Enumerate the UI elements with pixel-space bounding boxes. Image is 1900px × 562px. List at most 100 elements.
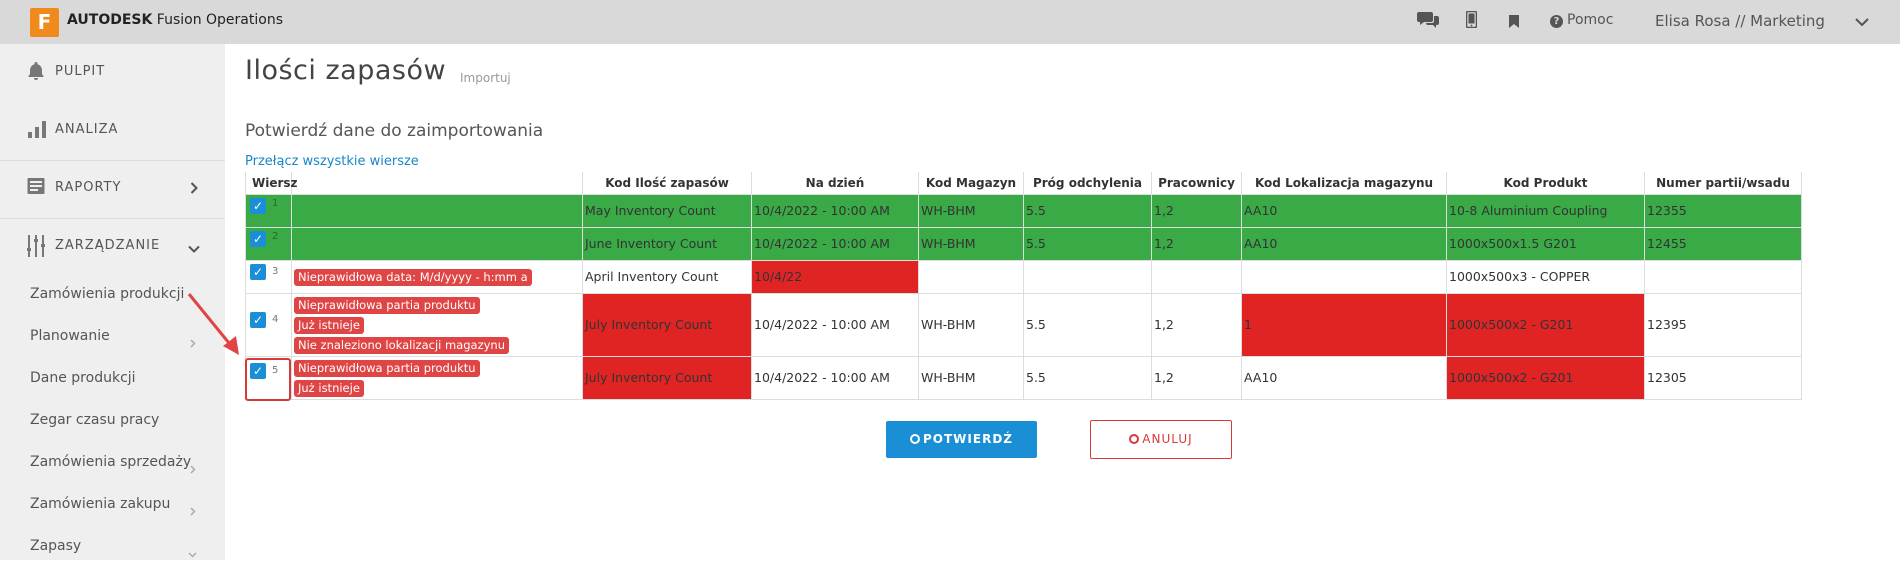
sub-dane-produkcji[interactable]: Dane produkcji	[30, 370, 136, 386]
help-link[interactable]: ? Pomoc	[1550, 12, 1613, 28]
import-link[interactable]: Importuj	[460, 71, 511, 85]
row-number: 3	[272, 265, 279, 277]
cell-produkt: 1000x500x2 - G201	[1446, 292, 1645, 357]
cell-kod: April Inventory Count	[582, 259, 752, 294]
chevron-right-icon[interactable]	[190, 501, 196, 520]
sub-zapasy[interactable]: Zapasy	[30, 538, 81, 554]
bar-chart-icon	[27, 119, 47, 143]
errors-cell: Nieprawidłowa partia produktu Już istnie…	[291, 355, 583, 400]
chevron-down-icon	[188, 242, 200, 257]
fusion-logo-icon[interactable]: F	[30, 8, 59, 37]
circle-dot-icon	[1129, 434, 1140, 444]
cell-prog: 5.5	[1023, 193, 1152, 228]
cell-pracownicy: 1,2	[1151, 193, 1242, 228]
table-row[interactable]: ✓ 5 Nieprawidłowa partia produktu Już is…	[245, 355, 1802, 400]
table-row[interactable]: ✓ 3 Nieprawidłowa data: M/d/yyyy - h:mm …	[245, 259, 1802, 294]
sub-zamowienia-sprzedazy[interactable]: Zamówienia sprzedaży	[30, 454, 191, 470]
cell-lokalizacja: AA10	[1241, 193, 1447, 228]
row-select-cell: ✓ 3	[245, 259, 292, 294]
error-badge: Nieprawidłowa data: M/d/yyyy - h:mm a	[294, 268, 532, 286]
col-header-magazyn: Kod Magazyn	[918, 172, 1024, 195]
cell-pracownicy	[1151, 259, 1242, 294]
toggle-all-rows-link[interactable]: Przełącz wszystkie wiersze	[245, 154, 419, 169]
chevron-down-icon[interactable]	[188, 543, 197, 562]
sub-zamowienia-produkcji[interactable]: Zamówienia produkcji	[30, 286, 184, 302]
cell-partia: 12395	[1644, 292, 1802, 357]
mobile-phone-icon[interactable]	[1465, 10, 1478, 32]
row-checkbox[interactable]: ✓	[250, 311, 266, 328]
errors-cell	[291, 226, 583, 261]
chevron-down-icon[interactable]	[1855, 12, 1869, 31]
row-checkbox[interactable]: ✓	[250, 197, 266, 214]
cell-magazyn: WH-BHM	[918, 193, 1024, 228]
cell-partia: 12455	[1644, 226, 1802, 261]
nav-label: ANALIZA	[55, 122, 119, 137]
cell-prog: 5.5	[1023, 292, 1152, 357]
col-header-produkt: Kod Produkt	[1446, 172, 1645, 195]
cell-date: 10/4/2022 - 10:00 AM	[751, 355, 919, 400]
cancel-button[interactable]: ANULUJ	[1090, 420, 1232, 459]
row-select-cell: ✓ 1	[245, 193, 292, 228]
bell-icon	[27, 61, 45, 85]
chevron-right-icon	[190, 182, 198, 198]
nav-label: RAPORTY	[55, 180, 122, 195]
annotation-arrow-icon	[185, 290, 245, 364]
top-bar: F AUTODESK Fusion Operations ? Pomoc Elis…	[0, 0, 1900, 44]
cell-lokalizacja: AA10	[1241, 355, 1447, 400]
cell-magazyn: WH-BHM	[918, 226, 1024, 261]
chat-icon[interactable]	[1417, 10, 1439, 32]
row-number: 1	[272, 197, 279, 209]
brand-name: AUTODESK	[67, 12, 153, 28]
cell-kod: July Inventory Count	[582, 292, 752, 357]
cell-partia	[1644, 259, 1802, 294]
cell-partia: 12305	[1644, 355, 1802, 400]
nav-zarzadzanie[interactable]: ZARZĄDZANIE	[0, 218, 225, 276]
col-header-errors	[291, 172, 583, 195]
sub-planowanie[interactable]: Planowanie	[30, 328, 110, 344]
help-label: Pomoc	[1567, 12, 1614, 28]
nav-pulpit[interactable]: PULPIT	[0, 44, 225, 102]
col-header-row: Wiersz	[245, 172, 298, 195]
table-row[interactable]: ✓ 1 May Inventory Count 10/4/2022 - 10:0…	[245, 193, 1802, 228]
cell-prog	[1023, 259, 1152, 294]
col-header-kod: Kod Ilość zapasów	[582, 172, 752, 195]
confirm-label: POTWIERDŹ	[923, 432, 1013, 446]
confirm-button[interactable]: POTWIERDŹ	[886, 421, 1037, 458]
nav-label: ZARZĄDZANIE	[55, 238, 161, 253]
row-checkbox[interactable]: ✓	[250, 230, 266, 247]
page-subtitle: Potwierdź dane do zaimportowania	[245, 121, 544, 141]
col-header-date: Na dzień	[751, 172, 919, 195]
circle-dot-icon	[910, 434, 920, 444]
annotation-highlight-box	[245, 358, 291, 401]
row-select-cell: ✓ 4	[245, 292, 292, 357]
nav-analiza[interactable]: ANALIZA	[0, 102, 225, 160]
nav-raporty[interactable]: RAPORTY	[0, 160, 225, 218]
user-menu[interactable]: Elisa Rosa // Marketing	[1655, 12, 1825, 30]
cell-lokalizacja: 1	[1241, 292, 1447, 357]
bookmark-icon[interactable]	[1509, 13, 1519, 32]
cell-lokalizacja: AA10	[1241, 226, 1447, 261]
chevron-right-icon[interactable]	[190, 459, 196, 478]
cell-produkt: 10-8 Aluminium Coupling	[1446, 193, 1645, 228]
cell-date: 10/4/2022 - 10:00 AM	[751, 292, 919, 357]
cell-partia: 12355	[1644, 193, 1802, 228]
row-number: 2	[272, 230, 279, 242]
app-brand[interactable]: AUTODESK Fusion Operations	[67, 12, 283, 28]
sub-zamowienia-zakupu[interactable]: Zamówienia zakupu	[30, 496, 170, 512]
cell-lokalizacja	[1241, 259, 1447, 294]
error-badge: Nie znaleziono lokalizacji magazynu	[294, 336, 510, 354]
row-checkbox[interactable]: ✓	[250, 263, 266, 280]
page-title: Ilości zapasów	[245, 55, 447, 86]
table-row[interactable]: ✓ 4 Nieprawidłowa partia produktu Już is…	[245, 292, 1802, 357]
table-row[interactable]: ✓ 2 June Inventory Count 10/4/2022 - 10:…	[245, 226, 1802, 261]
sub-zegar-czasu-pracy[interactable]: Zegar czasu pracy	[30, 412, 159, 428]
cell-kod: June Inventory Count	[582, 226, 752, 261]
cancel-label: ANULUJ	[1142, 432, 1193, 446]
cell-kod: May Inventory Count	[582, 193, 752, 228]
cell-produkt: 1000x500x2 - G201	[1446, 355, 1645, 400]
question-icon: ?	[1550, 15, 1563, 28]
table-header-row: Wiersz Kod Ilość zapasów Na dzień Kod Ma…	[245, 172, 1802, 195]
cell-magazyn: WH-BHM	[918, 292, 1024, 357]
col-header-lokalizacja: Kod Lokalizacja magazynu	[1241, 172, 1447, 195]
cell-produkt: 1000x500x3 - COPPER	[1446, 259, 1645, 294]
